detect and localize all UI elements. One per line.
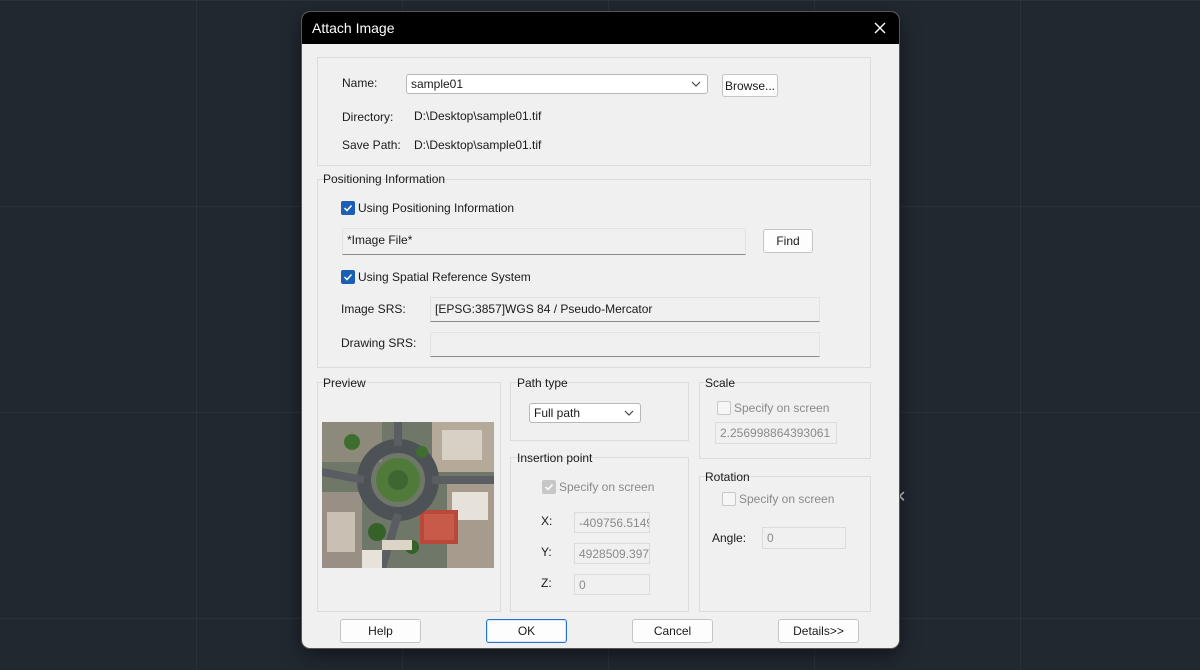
scale-group-label: Scale (705, 376, 736, 390)
path-type-combobox[interactable]: Full path (529, 403, 641, 423)
check-icon (544, 483, 554, 491)
scale-specify-checkbox[interactable] (717, 401, 731, 415)
rotation-specify-label: Specify on screen (739, 492, 835, 506)
positioning-group-label: Positioning Information (323, 172, 446, 186)
insertion-point-group-label: Insertion point (517, 451, 593, 465)
help-button[interactable]: Help (340, 619, 421, 643)
preview-image (322, 422, 494, 568)
x-label: X: (541, 514, 553, 528)
y-field[interactable]: 4928509.3976 (574, 543, 650, 564)
use-positioning-label: Using Positioning Information (358, 201, 515, 215)
name-combobox[interactable]: sample01 (406, 74, 708, 94)
chevron-down-icon (624, 410, 634, 416)
z-value: 0 (579, 578, 586, 592)
insertion-specify-checkbox[interactable] (542, 480, 556, 494)
cancel-button[interactable]: Cancel (632, 619, 713, 643)
z-label: Z: (541, 576, 552, 590)
rotation-specify-checkbox[interactable] (722, 492, 736, 506)
drawing-srs-field[interactable] (430, 332, 820, 357)
use-srs-checkbox[interactable] (341, 270, 355, 284)
name-label: Name: (342, 76, 378, 90)
angle-value: 0 (767, 531, 774, 545)
path-type-group-label: Path type (517, 376, 568, 390)
name-combobox-value: sample01 (411, 77, 464, 91)
scale-specify-label: Specify on screen (734, 401, 830, 415)
directory-value: D:\Desktop\sample01.tif (414, 109, 542, 123)
image-srs-field[interactable]: [EPSG:3857]WGS 84 / Pseudo-Mercator (430, 297, 820, 322)
use-srs-label: Using Spatial Reference System (358, 270, 531, 284)
drawing-srs-label: Drawing SRS: (341, 336, 417, 350)
use-positioning-checkbox[interactable] (341, 201, 355, 215)
dialog-titlebar: Attach Image (302, 12, 899, 44)
scale-value: 2.256998864393061 (720, 426, 831, 440)
check-icon (343, 204, 353, 212)
image-file-value: *Image File* (347, 233, 413, 247)
image-srs-value: [EPSG:3857]WGS 84 / Pseudo-Mercator (435, 302, 653, 316)
scale-field[interactable]: 2.256998864393061 (715, 422, 837, 444)
z-field[interactable]: 0 (574, 574, 650, 595)
angle-label: Angle: (712, 531, 747, 545)
scale-group (699, 382, 871, 459)
image-file-field[interactable]: *Image File* (342, 228, 746, 255)
image-srs-label: Image SRS: (341, 302, 406, 316)
rotation-group-label: Rotation (705, 470, 750, 484)
close-icon (874, 22, 886, 34)
save-path-label: Save Path: (342, 138, 401, 152)
y-value: 4928509.3976 (579, 547, 650, 561)
x-value: -409756.5149 (579, 516, 650, 530)
angle-field[interactable]: 0 (762, 527, 846, 549)
y-label: Y: (541, 545, 552, 559)
close-button[interactable] (861, 12, 899, 44)
ok-button[interactable]: OK (486, 619, 567, 643)
attach-image-dialog: Attach Image Name: sample01 Browse... Di… (302, 12, 899, 648)
browse-button[interactable]: Browse... (722, 74, 778, 97)
preview-group-label: Preview (323, 376, 366, 390)
find-button[interactable]: Find (763, 229, 813, 253)
path-type-value: Full path (534, 406, 581, 420)
chevron-down-icon (691, 81, 701, 87)
save-path-value: D:\Desktop\sample01.tif (414, 138, 542, 152)
directory-label: Directory: (342, 110, 394, 124)
x-field[interactable]: -409756.5149 (574, 512, 650, 533)
check-icon (343, 273, 353, 281)
dialog-title: Attach Image (312, 20, 395, 36)
insertion-specify-label: Specify on screen (559, 480, 655, 494)
details-button[interactable]: Details>> (778, 619, 859, 643)
